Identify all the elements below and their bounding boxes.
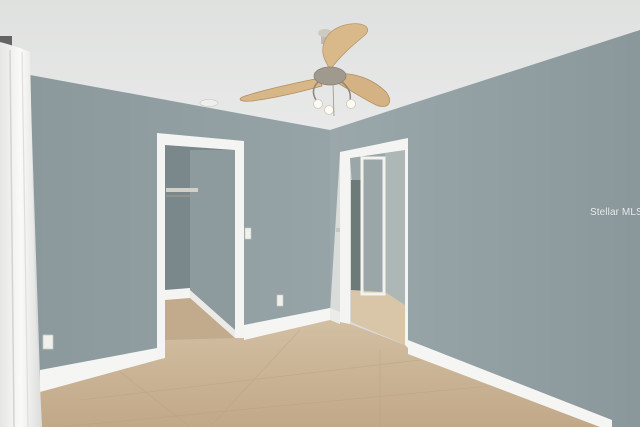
wall-outlet-mid [276, 294, 284, 307]
wall-outlet-left [42, 334, 54, 350]
room-photo: Stellar MLS [0, 0, 640, 427]
fan-motor-housing [313, 66, 347, 86]
smoke-detector [199, 99, 219, 107]
door-knob [336, 228, 340, 232]
closet-baseboard [165, 288, 190, 300]
closet-shelf [166, 188, 198, 192]
hallway-side-wall [385, 150, 405, 310]
watermark: Stellar MLS [590, 207, 640, 218]
light-switch [244, 227, 252, 240]
room-illustration [0, 0, 640, 427]
fan-light-bulb-1 [313, 99, 323, 109]
fan-light-bulb-2 [324, 105, 334, 115]
fan-light-bulb-3 [346, 99, 356, 109]
hallway-far-wall [351, 180, 362, 296]
